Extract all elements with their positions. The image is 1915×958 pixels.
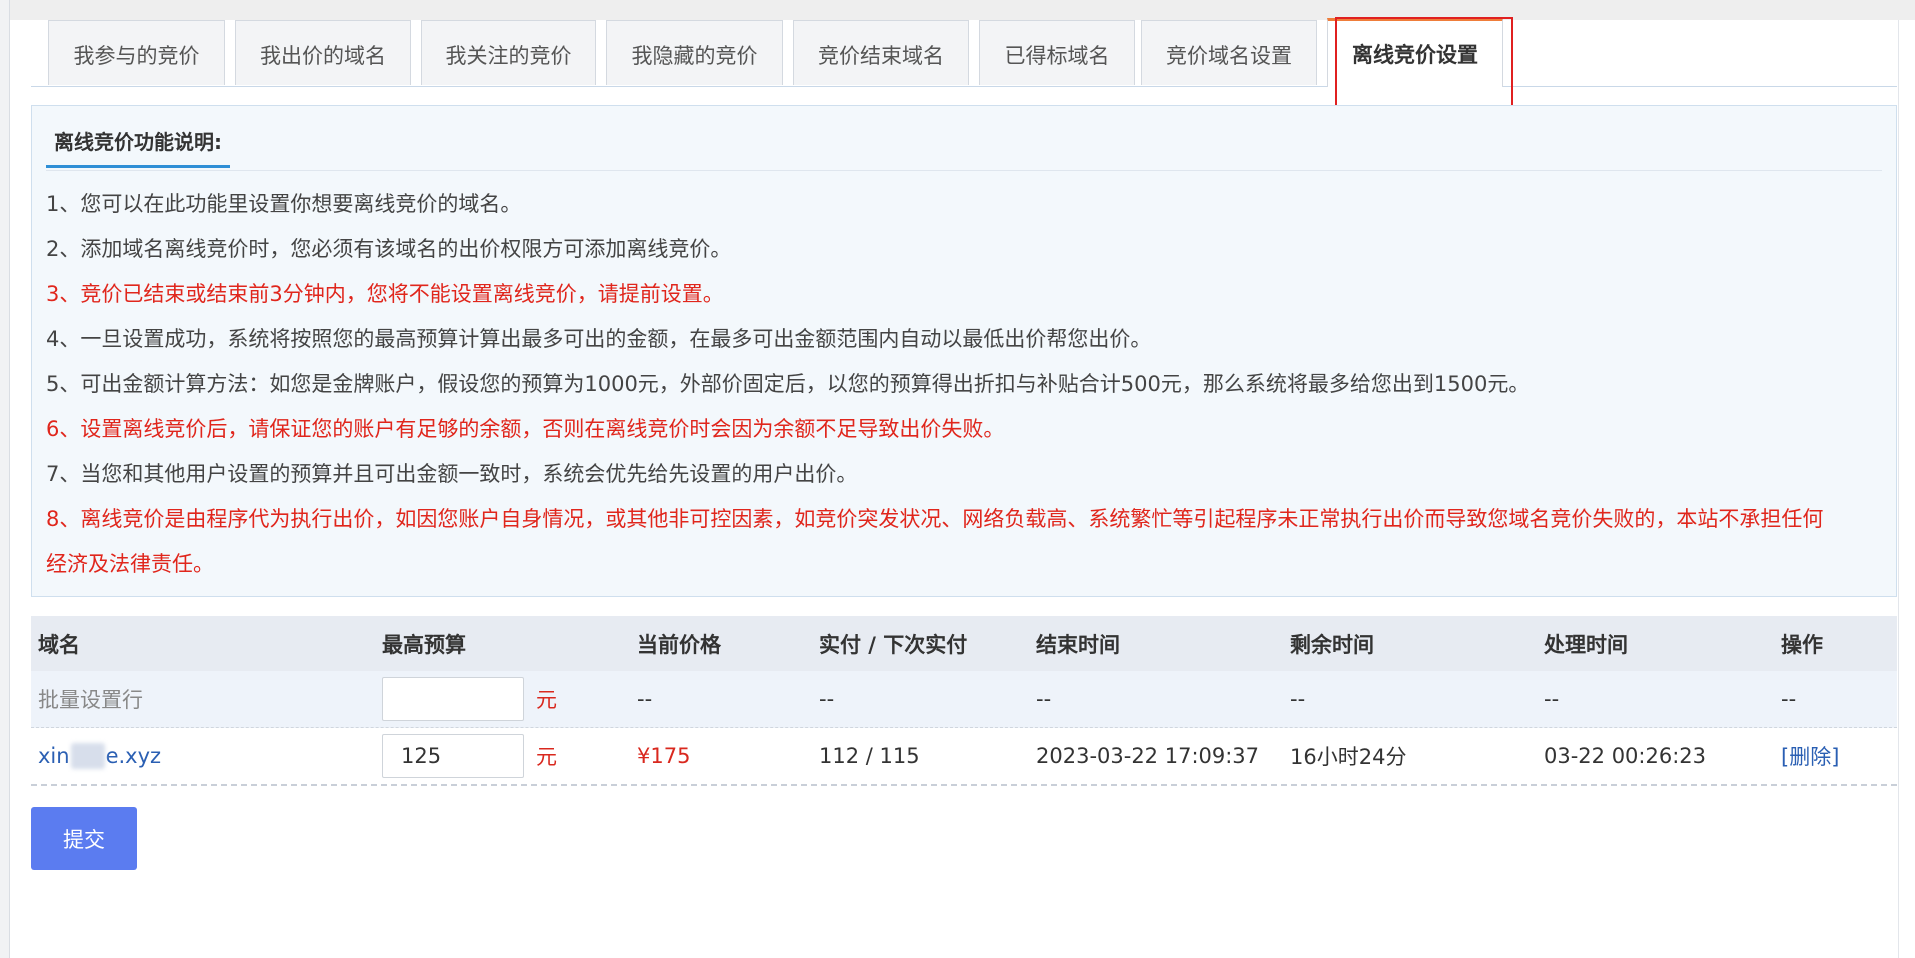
tab-bid-domain-settings[interactable]: 竞价域名设置	[1141, 20, 1317, 85]
header-remaining-time: 剩余时间	[1290, 632, 1374, 657]
info-line-1: 1、您可以在此功能里设置你想要离线竞价的域名。	[46, 192, 522, 216]
batch-row-label: 批量设置行	[38, 688, 143, 712]
tab-won-domains[interactable]: 已得标域名	[979, 20, 1135, 85]
row-budget-unit: 元	[536, 745, 557, 769]
domain-suffix: e.xyz	[105, 744, 162, 768]
row-remaining-time: 16小时24分	[1290, 745, 1407, 769]
info-list: 1、您可以在此功能里设置你想要离线竞价的域名。 2、添加域名离线竞价时，您必须有…	[46, 182, 1891, 587]
tab-bar: 我参与的竞价 我出价的域名 我关注的竞价 我隐藏的竞价 竞价结束域名 已得标域名…	[31, 18, 1897, 87]
table-row: xin e.xyz 元 ¥175 112 / 115 2023-03-22 17:…	[31, 728, 1897, 786]
offline-bid-info-panel: 离线竞价功能说明: 1、您可以在此功能里设置你想要离线竞价的域名。 2、添加域名…	[31, 105, 1897, 597]
info-line-5: 5、可出金额计算方法：如您是金牌账户，假设您的预算为1000元，外部价固定后，以…	[46, 372, 1530, 396]
offline-bid-table: 域名 最高预算 当前价格 实付 / 下次实付 结束时间 剩余时间 处理时间 操作…	[31, 616, 1897, 786]
row-current-price: ¥175	[637, 744, 691, 768]
tab-my-participated-bids[interactable]: 我参与的竞价	[48, 20, 225, 85]
row-process-time: 03-22 00:26:23	[1544, 744, 1707, 768]
info-line-6: 6、设置离线竞价后，请保证您的账户有足够的余额，否则在离线竞价时会因为余额不足导…	[46, 417, 1005, 441]
info-line-2: 2、添加域名离线竞价时，您必须有该域名的出价权限方可添加离线竞价。	[46, 237, 732, 261]
domain-link[interactable]: xin e.xyz	[38, 728, 161, 784]
info-line-8-cont: 经济及法律责任。	[46, 552, 214, 576]
top-strip	[0, 0, 1915, 20]
right-edge	[1898, 20, 1915, 958]
batch-budget-cell: 元	[382, 671, 557, 727]
delete-link[interactable]: [删除]	[1781, 728, 1839, 784]
header-action: 操作	[1781, 632, 1823, 657]
row-paid: 112 / 115	[819, 744, 920, 768]
left-sidebar-edge	[0, 0, 10, 958]
batch-process-time: --	[1544, 687, 1560, 711]
redacted-blur	[70, 743, 105, 769]
batch-budget-input[interactable]	[382, 677, 524, 721]
info-line-8: 8、离线竞价是由程序代为执行出价，如因您账户自身情况，或其他非可控因素，如竞价突…	[46, 507, 1824, 531]
submit-button[interactable]: 提交	[31, 807, 137, 870]
info-title: 离线竞价功能说明:	[46, 126, 230, 168]
tab-offline-bid-settings[interactable]: 离线竞价设置	[1327, 18, 1503, 87]
batch-remaining: --	[1290, 687, 1306, 711]
header-current-price: 当前价格	[637, 632, 721, 657]
domain-prefix: xin	[38, 744, 70, 768]
header-budget: 最高预算	[382, 632, 466, 657]
header-end-time: 结束时间	[1036, 632, 1120, 657]
tab-my-watched-bids[interactable]: 我关注的竞价	[421, 20, 596, 85]
info-line-3: 3、竞价已结束或结束前3分钟内，您将不能设置离线竞价，请提前设置。	[46, 282, 724, 306]
info-line-4: 4、一旦设置成功，系统将按照您的最高预算计算出最多可出的金额，在最多可出金额范围…	[46, 327, 1152, 351]
tab-my-bid-domains[interactable]: 我出价的域名	[235, 20, 411, 85]
row-budget-cell: 元	[382, 728, 557, 784]
header-paid: 实付 / 下次实付	[819, 632, 968, 657]
header-process-time: 处理时间	[1544, 632, 1628, 657]
tab-ended-domains[interactable]: 竞价结束域名	[793, 20, 969, 85]
batch-paid: --	[819, 687, 835, 711]
row-end-time: 2023-03-22 17:09:37	[1036, 744, 1260, 768]
batch-action: --	[1781, 687, 1797, 711]
batch-end-time: --	[1036, 687, 1052, 711]
batch-budget-unit: 元	[536, 688, 557, 712]
row-budget-input[interactable]	[382, 734, 524, 778]
table-header-row: 域名 最高预算 当前价格 实付 / 下次实付 结束时间 剩余时间 处理时间 操作	[31, 616, 1897, 671]
batch-settings-row: 批量设置行 元 -- -- -- -- -- --	[31, 671, 1897, 728]
batch-price: --	[637, 687, 653, 711]
info-line-7: 7、当您和其他用户设置的预算并且可出金额一致时，系统会优先给先设置的用户出价。	[46, 462, 858, 486]
tab-my-hidden-bids[interactable]: 我隐藏的竞价	[606, 20, 783, 85]
info-divider	[46, 170, 1882, 171]
header-domain: 域名	[38, 632, 80, 657]
